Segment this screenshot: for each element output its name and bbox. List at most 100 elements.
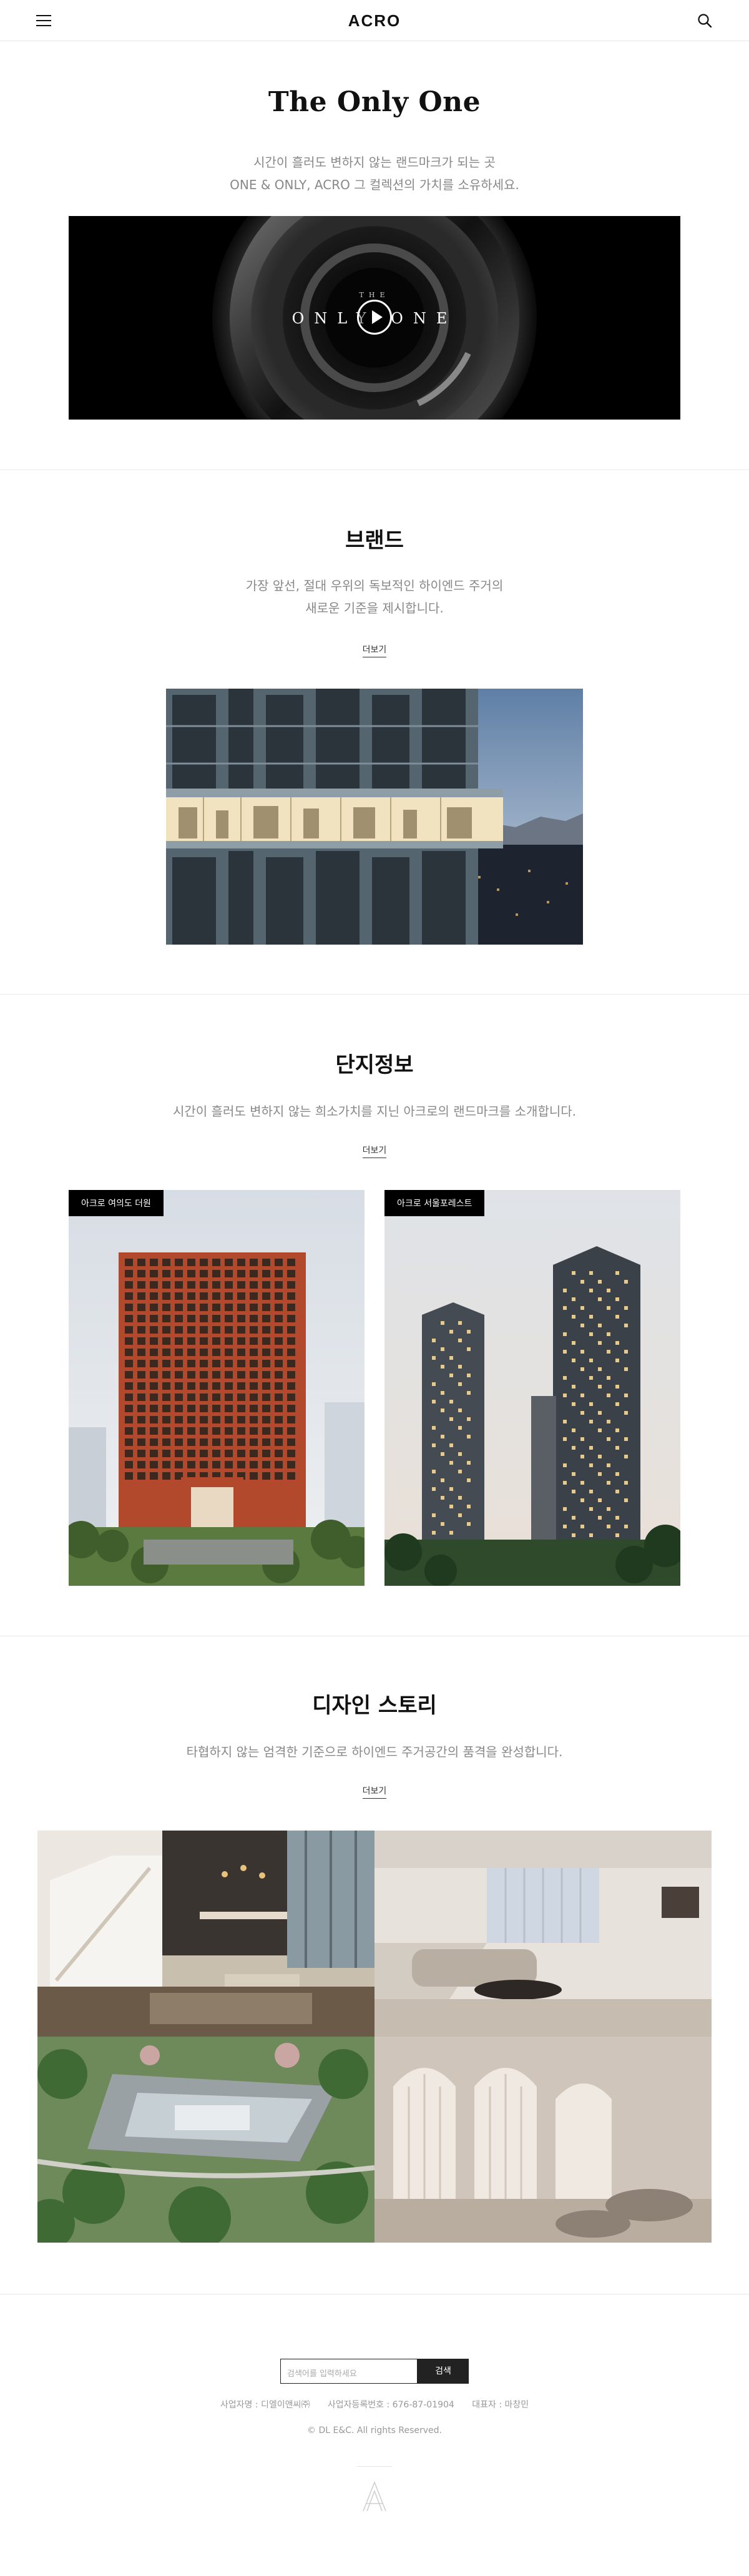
building-window: [212, 1461, 220, 1468]
building-window: [467, 1347, 471, 1351]
brand-title: 브랜드: [345, 528, 404, 553]
building-window: [580, 1455, 584, 1458]
building-window: [137, 1472, 145, 1480]
complex-tag-yeouido[interactable]: 아크로 여의도 더원: [69, 1190, 164, 1216]
design-image-lounge: [374, 1831, 712, 2037]
building-window: [598, 1280, 602, 1284]
building-window: [125, 1394, 133, 1401]
design-image-living: [37, 1831, 374, 2037]
building-window: [225, 1360, 233, 1367]
building-window: [137, 1438, 145, 1446]
complex-card-yeouido[interactable]: 아크로 여의도 더원: [69, 1190, 365, 1586]
hero-video[interactable]: THE ONLY ONE: [69, 216, 680, 420]
complex-card-seoulforest[interactable]: 아크로 서울포레스트: [384, 1190, 680, 1586]
building-window: [125, 1337, 133, 1345]
building-window: [150, 1326, 158, 1334]
building-window: [607, 1420, 610, 1423]
building-window: [467, 1330, 471, 1334]
building-window: [250, 1304, 258, 1311]
building-window: [624, 1437, 628, 1441]
building-window: [150, 1371, 158, 1379]
building-window: [598, 1324, 602, 1327]
building-window: [572, 1271, 575, 1275]
building-window: [432, 1531, 436, 1535]
building-window: [237, 1371, 245, 1379]
building-window: [572, 1315, 575, 1319]
building-window: [262, 1292, 270, 1300]
building-window: [458, 1365, 462, 1369]
building-window: [598, 1516, 602, 1520]
building-window: [162, 1382, 170, 1390]
building-window: [200, 1337, 208, 1345]
site-logo[interactable]: ACRO: [0, 11, 749, 31]
building-window: [212, 1349, 220, 1356]
design-more-link[interactable]: 더보기: [0, 1784, 749, 1799]
play-icon[interactable]: [357, 300, 392, 335]
building-window: [275, 1371, 283, 1379]
building-window: [212, 1326, 220, 1334]
building-window: [607, 1289, 610, 1292]
building-window: [250, 1472, 258, 1480]
building-window: [162, 1259, 170, 1266]
building-window: [200, 1416, 208, 1423]
footer-ceo: 대표자 : 마창민: [472, 2400, 529, 2410]
building-window: [175, 1416, 183, 1423]
building-window: [187, 1427, 195, 1435]
brand-desc-line2: 새로운 기준을 제시합니다.: [305, 601, 444, 616]
footer-search-input[interactable]: 검색어를 입력하세요: [280, 2359, 418, 2384]
design-more-label[interactable]: 더보기: [362, 1784, 387, 1799]
building-window: [225, 1292, 233, 1300]
building-window: [162, 1371, 170, 1379]
building-window: [580, 1498, 584, 1502]
building-window: [237, 1259, 245, 1266]
building-window: [432, 1443, 436, 1447]
building-window: [250, 1394, 258, 1401]
building-window: [150, 1461, 158, 1468]
building-window: [162, 1337, 170, 1345]
building-window: [275, 1292, 283, 1300]
building-window: [250, 1259, 258, 1266]
building-window: [458, 1513, 462, 1517]
building-window: [212, 1337, 220, 1345]
building-window: [212, 1394, 220, 1401]
building-window: [200, 1461, 208, 1468]
building-window: [449, 1417, 453, 1421]
complex-tag-seoulforest[interactable]: 아크로 서울포레스트: [384, 1190, 485, 1216]
building-window: [432, 1400, 436, 1404]
building-window: [175, 1337, 183, 1345]
building-window: [449, 1443, 453, 1447]
building-window: [275, 1382, 283, 1390]
building-window: [137, 1450, 145, 1457]
building-window: [237, 1461, 245, 1468]
building-window: [187, 1337, 195, 1345]
building-window: [187, 1315, 195, 1322]
building-window: [607, 1394, 610, 1397]
building-window: [250, 1349, 258, 1356]
building-window: [137, 1304, 145, 1311]
building-window: [458, 1426, 462, 1430]
building-window: [187, 1304, 195, 1311]
building-window: [250, 1326, 258, 1334]
building-window: [200, 1349, 208, 1356]
building-window: [458, 1452, 462, 1456]
building-window: [162, 1270, 170, 1277]
building-window: [137, 1259, 145, 1266]
building-window: [615, 1402, 619, 1406]
building-window: [150, 1472, 158, 1480]
building-window: [287, 1371, 295, 1379]
footer-search-button[interactable]: 검색: [418, 2359, 469, 2384]
building-window: [287, 1337, 295, 1345]
building-window: [125, 1382, 133, 1390]
complex-more-link[interactable]: 더보기: [0, 1144, 749, 1158]
building-window: [458, 1382, 462, 1386]
building-window: [162, 1438, 170, 1446]
brand-more-link[interactable]: 더보기: [0, 643, 749, 657]
building-window: [563, 1376, 567, 1380]
building-window: [467, 1461, 471, 1465]
search-icon[interactable]: [697, 12, 713, 29]
building-window: [580, 1306, 584, 1310]
brand-more-label[interactable]: 더보기: [362, 643, 387, 657]
complex-more-label[interactable]: 더보기: [362, 1144, 387, 1158]
building-window: [275, 1450, 283, 1457]
brand-desc-line1: 가장 앞선, 절대 우위의 독보적인 하이엔드 주거의: [245, 578, 504, 593]
